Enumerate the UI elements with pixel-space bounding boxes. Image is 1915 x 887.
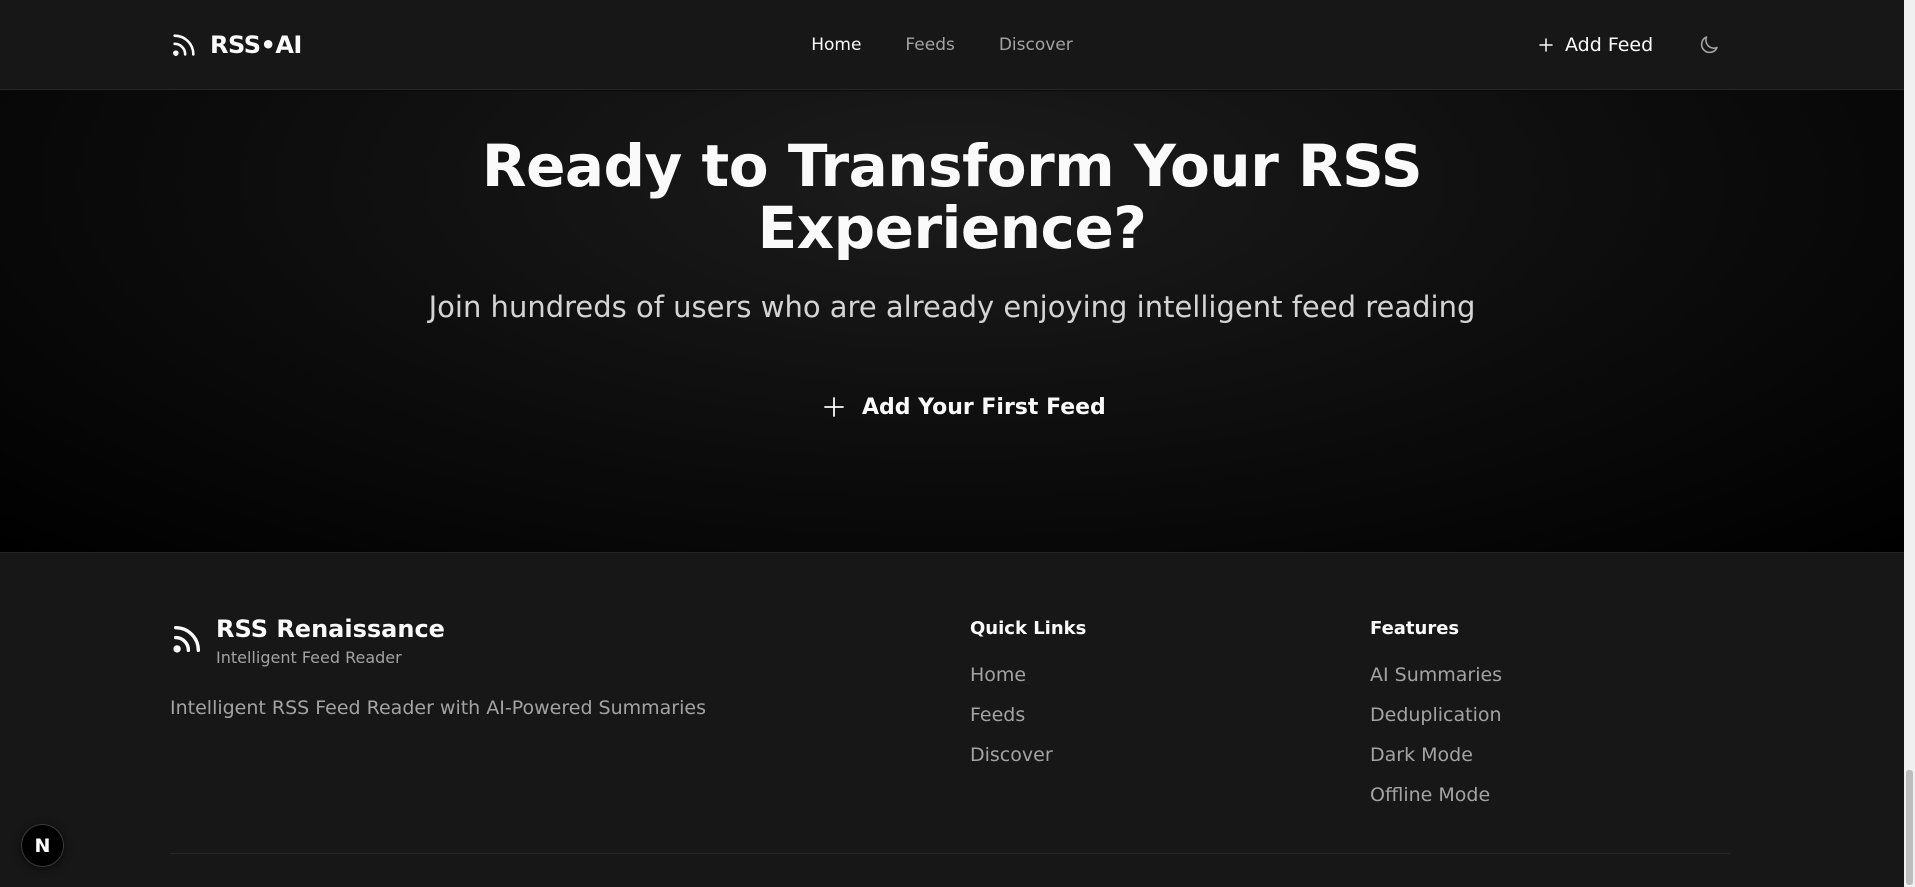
footer-brand-tagline: Intelligent Feed Reader (216, 648, 402, 667)
page: RSS•AI Home Feeds Discover Add Feed Read… (0, 0, 1915, 887)
footer-link-ai-summaries[interactable]: AI Summaries (1370, 663, 1502, 687)
footer-link-home[interactable]: Home (970, 663, 1086, 687)
footer: RSS Renaissance Intelligent Feed Reader … (0, 552, 1904, 887)
logo-text: RSS•AI (210, 31, 302, 59)
nav-discover[interactable]: Discover (999, 30, 1073, 60)
features-column: Features AI Summaries Deduplication Dark… (1370, 617, 1502, 823)
cta-title: Ready to Transform Your RSS Experience? (481, 132, 1423, 262)
add-first-feed-label: Add Your First Feed (862, 394, 1106, 420)
cta-subtitle: Join hundreds of users who are already e… (428, 290, 1476, 324)
footer-link-deduplication[interactable]: Deduplication (1370, 703, 1502, 727)
rss-icon (170, 622, 204, 656)
add-first-feed-button[interactable]: Add Your First Feed (822, 387, 1106, 427)
features-heading: Features (1370, 618, 1460, 639)
plus-icon (822, 395, 846, 419)
footer-link-offline-mode[interactable]: Offline Mode (1370, 783, 1502, 807)
rss-icon (170, 31, 198, 59)
nextjs-dev-badge[interactable]: N (21, 824, 64, 867)
quick-links-column: Quick Links Home Feeds Discover (970, 617, 1086, 783)
footer-link-feeds[interactable]: Feeds (970, 703, 1086, 727)
footer-brand: RSS Renaissance Intelligent Feed Reader (170, 614, 445, 667)
top-navbar: RSS•AI Home Feeds Discover Add Feed (0, 0, 1904, 90)
footer-brand-name: RSS Renaissance (216, 615, 445, 643)
page-scrollbar[interactable] (1904, 0, 1915, 887)
theme-toggle-button[interactable] (1694, 30, 1724, 60)
logo-link[interactable]: RSS•AI (170, 29, 302, 61)
quick-links-heading: Quick Links (970, 618, 1087, 639)
nextjs-logo-icon: N (34, 834, 51, 857)
footer-link-dark-mode[interactable]: Dark Mode (1370, 743, 1502, 767)
scrollbar-thumb[interactable] (1906, 770, 1913, 885)
footer-link-discover[interactable]: Discover (970, 743, 1086, 767)
footer-divider (170, 853, 1730, 854)
moon-icon (1697, 33, 1721, 57)
add-feed-button[interactable]: Add Feed (1537, 27, 1653, 63)
nav-home[interactable]: Home (811, 30, 861, 60)
footer-description: Intelligent RSS Feed Reader with AI-Powe… (170, 697, 706, 719)
plus-icon (1537, 36, 1555, 54)
add-feed-label: Add Feed (1565, 34, 1654, 56)
nav-feeds[interactable]: Feeds (905, 30, 954, 60)
cta-section: Ready to Transform Your RSS Experience? … (0, 91, 1904, 552)
